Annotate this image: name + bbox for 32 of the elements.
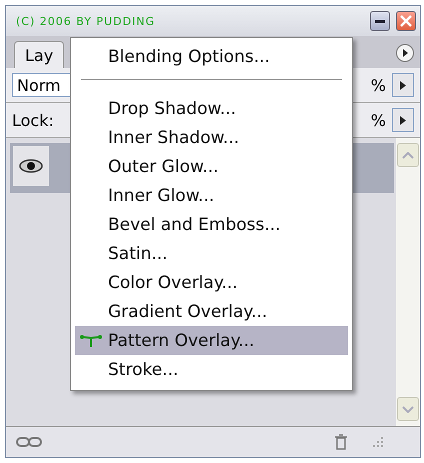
menu-item[interactable]: Stroke...: [75, 355, 348, 384]
close-button[interactable]: [396, 11, 416, 31]
triangle-right-icon: [400, 80, 406, 90]
menu-item[interactable]: Bevel and Emboss...: [75, 210, 348, 239]
close-icon: [400, 15, 412, 27]
chevron-up-icon: [402, 152, 414, 158]
menu-item[interactable]: Satin...: [75, 239, 348, 268]
opacity-value: %: [370, 76, 386, 94]
menu-item[interactable]: Drop Shadow...: [75, 94, 348, 123]
window-title: (C) 2006 BY PUDDING: [16, 14, 156, 28]
opacity-slider-button[interactable]: [392, 73, 414, 97]
link-icon[interactable]: [16, 436, 42, 448]
panel-menu-icon[interactable]: [396, 44, 414, 62]
fill-slider-button[interactable]: [392, 108, 414, 132]
visibility-toggle[interactable]: [13, 146, 49, 186]
eye-icon: [19, 159, 43, 173]
menu-item[interactable]: Pattern Overlay...: [75, 326, 348, 355]
menu-item[interactable]: Inner Glow...: [75, 181, 348, 210]
layers-tab[interactable]: Lay: [14, 41, 64, 68]
menu-item[interactable]: Outer Glow...: [75, 152, 348, 181]
menu-item[interactable]: Color Overlay...: [75, 268, 348, 297]
fill-value: %: [370, 110, 386, 130]
triangle-right-icon: [400, 116, 406, 124]
trash-icon[interactable]: [334, 434, 348, 450]
chevron-down-icon: [402, 406, 414, 412]
menu-item[interactable]: Gradient Overlay...: [75, 297, 348, 326]
lock-label: Lock:: [12, 110, 54, 130]
minimize-button[interactable]: [370, 11, 390, 31]
menu-item[interactable]: Blending Options...: [75, 42, 348, 71]
menu-item[interactable]: Inner Shadow...: [75, 123, 348, 152]
resize-grip-icon[interactable]: [370, 435, 384, 449]
minimize-icon: [375, 20, 385, 22]
